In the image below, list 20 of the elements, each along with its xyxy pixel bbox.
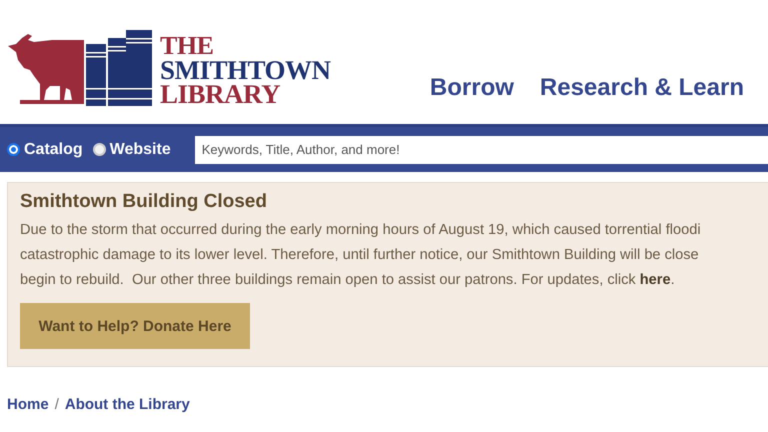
nav-link[interactable]: Borrow xyxy=(430,74,514,102)
alert-text: catastrophic damage to its lower level. Therefore, until further notice, our Smithtown Building will be close xyxy=(20,246,700,265)
breadcrumb-link[interactable]: About the Library xyxy=(64,396,190,413)
radio-icon[interactable] xyxy=(7,143,20,156)
radio-icon[interactable] xyxy=(92,143,106,156)
donate-button[interactable]: Want to Help? Donate Here xyxy=(20,303,250,349)
alert-title: Smithtown Building Closed xyxy=(20,191,268,213)
logo-text: LIBRARY xyxy=(160,82,280,106)
nav-link[interactable]: Research & Learn xyxy=(540,74,744,102)
alert-text: . xyxy=(670,272,675,288)
updates-link[interactable]: here xyxy=(640,272,671,288)
search-scope-radio[interactable]: Website xyxy=(92,140,171,158)
breadcrumb-link[interactable]: Home xyxy=(7,396,49,413)
breadcrumb-separator: / xyxy=(54,396,59,413)
search-scope-radio[interactable]: Catalog xyxy=(7,140,83,158)
search-field[interactable]: Keywords, Title, Author, and more! xyxy=(194,136,768,164)
logo-text: THE xyxy=(160,34,214,58)
alert-text: begin to rebuild. Our other three buildings remain open to assist our patrons. For updates, click xyxy=(20,272,636,288)
logo-text: SMITHTOWN xyxy=(160,58,331,82)
alert-text: Due to the storm that occurred during the early morning hours of August 19, which caused torrential floodi xyxy=(20,221,702,240)
